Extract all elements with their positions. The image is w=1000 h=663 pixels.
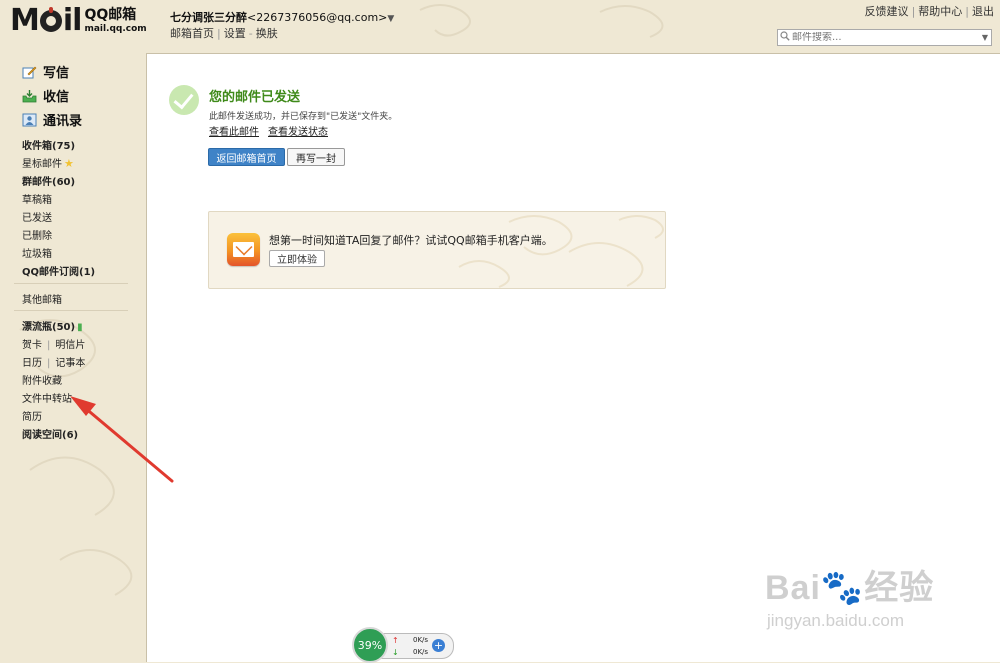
sidebar-item-groups[interactable]: 群邮件(60) (22, 173, 75, 188)
logo-mail-text: Mil (10, 3, 82, 38)
sidebar-item-bottle[interactable]: 漂流瓶(50) ▮ (22, 318, 83, 333)
mobile-client-promo: 想第一时间知道TA回复了邮件？试试QQ邮箱手机客户端。 立即体验 (208, 211, 666, 289)
pen-icon (22, 65, 37, 79)
contacts-button[interactable]: 通讯录 (22, 110, 82, 129)
sent-links: 查看此邮件 查看发送状态 (209, 123, 337, 138)
sidebar-item-other[interactable]: 其他邮箱 (22, 291, 62, 306)
download-speed: 0K/s (413, 648, 429, 656)
separator: | (911, 5, 916, 18)
separator: - (248, 27, 253, 40)
account-email: <2267376056@qq.com> (247, 11, 388, 24)
sidebar-item-attachments[interactable]: 附件收藏 (22, 372, 62, 387)
receive-label: 收信 (43, 90, 70, 105)
compose-label: 写信 (43, 66, 70, 81)
sent-description: 此邮件发送成功，并已保存到"已发送"文件夹。 (209, 112, 398, 122)
search-input[interactable] (792, 32, 979, 43)
link-logout[interactable]: 退出 (972, 5, 994, 18)
receive-button[interactable]: 收信 (22, 86, 69, 105)
sidebar-item-deleted[interactable]: 已删除 (22, 227, 52, 242)
qq-mail-logo[interactable]: Mil QQ邮箱 mail.qq.com (10, 6, 147, 36)
baidu-watermark: Bai🐾经验 jingyan.baidu.com (765, 560, 934, 631)
logo-cn-text: QQ邮箱 (84, 7, 137, 23)
contacts-icon (22, 113, 37, 127)
link-feedback[interactable]: 反馈建议 (865, 5, 909, 18)
sidebar-item-resume[interactable]: 简历 (22, 408, 42, 423)
separator: | (47, 358, 51, 369)
sidebar-item-spam[interactable]: 垃圾箱 (22, 245, 52, 260)
starred-label: 星标邮件 (22, 159, 62, 170)
sidebar-item-postcards[interactable]: 明信片 (55, 340, 85, 351)
sidebar-divider (14, 283, 128, 284)
mail-search-box[interactable]: ▼ (777, 29, 992, 46)
view-mail-link[interactable]: 查看此邮件 (209, 127, 259, 138)
sidebar-row-cards: 贺卡 | 明信片 (22, 336, 85, 351)
upload-speed: 0K/s (413, 636, 429, 644)
link-settings[interactable]: 设置 (224, 27, 246, 40)
sidebar-item-reading[interactable]: 阅读空间(6) (22, 426, 78, 441)
link-skin[interactable]: 换肤 (256, 27, 278, 40)
contacts-label: 通讯录 (43, 114, 83, 129)
plus-icon[interactable]: + (432, 639, 445, 652)
account-name: 七分调张三分醉 (170, 11, 247, 24)
network-speed-widget[interactable]: 39% ↑ ↓ 0K/s 0K/s + (352, 627, 454, 663)
upload-arrow-icon: ↑ (392, 636, 399, 645)
sidebar-item-file-transfer[interactable]: 文件中转站 (22, 390, 72, 405)
header-sublinks: 邮箱首页 | 设置 - 换肤 (170, 25, 278, 41)
view-status-link[interactable]: 查看发送状态 (268, 127, 328, 138)
separator: | (217, 27, 221, 40)
separator: | (47, 340, 51, 351)
top-links: 反馈建议 | 帮助中心 | 退出 (865, 3, 994, 19)
sidebar-item-calendar[interactable]: 日历 (22, 358, 42, 369)
sidebar-item-drafts[interactable]: 草稿箱 (22, 191, 52, 206)
logo-o-icon (39, 7, 62, 32)
download-arrow-icon: ↓ (392, 648, 399, 657)
link-mail-home[interactable]: 邮箱首页 (170, 27, 214, 40)
sidebar-item-notes[interactable]: 记事本 (55, 358, 85, 369)
link-help[interactable]: 帮助中心 (918, 5, 962, 18)
sidebar-item-cards[interactable]: 贺卡 (22, 340, 42, 351)
success-check-icon (169, 85, 199, 115)
try-now-button[interactable]: 立即体验 (269, 250, 325, 267)
sidebar-item-inbox[interactable]: 收件箱(75) (22, 137, 75, 152)
bottle-label: 漂流瓶(50) (22, 322, 76, 333)
account-dropdown-icon[interactable]: ▼ (387, 14, 394, 24)
promo-text: 想第一时间知道TA回复了邮件？试试QQ邮箱手机客户端。 (269, 234, 553, 247)
sidebar-row-calendar: 日历 | 记事本 (22, 354, 85, 369)
memory-percent-badge[interactable]: 39% (352, 627, 388, 663)
back-to-home-button[interactable]: 返回邮箱首页 (208, 148, 285, 166)
watermark-url: jingyan.baidu.com (767, 611, 905, 630)
page-title: 您的邮件已发送 (209, 90, 301, 105)
sidebar-item-subscriptions[interactable]: QQ邮件订阅(1) (22, 263, 95, 278)
star-icon: ★ (64, 157, 74, 170)
write-another-button[interactable]: 再写一封 (287, 148, 345, 166)
compose-button[interactable]: 写信 (22, 62, 69, 81)
search-dropdown-icon[interactable]: ▼ (979, 33, 991, 42)
watermark-main: Bai🐾经验 (765, 569, 935, 607)
bottle-icon: ▮ (77, 322, 83, 333)
search-icon (778, 31, 792, 44)
sidebar-item-starred[interactable]: 星标邮件 ★ (22, 155, 74, 170)
sidebar-divider (14, 310, 128, 311)
mail-app-icon (227, 233, 260, 266)
logo-url-text: mail.qq.com (84, 24, 147, 34)
separator: | (965, 5, 969, 18)
inbox-icon (22, 89, 37, 103)
sidebar-item-sent[interactable]: 已发送 (22, 209, 52, 224)
account-info[interactable]: 七分调张三分醉<2267376056@qq.com>▼ (170, 9, 394, 25)
